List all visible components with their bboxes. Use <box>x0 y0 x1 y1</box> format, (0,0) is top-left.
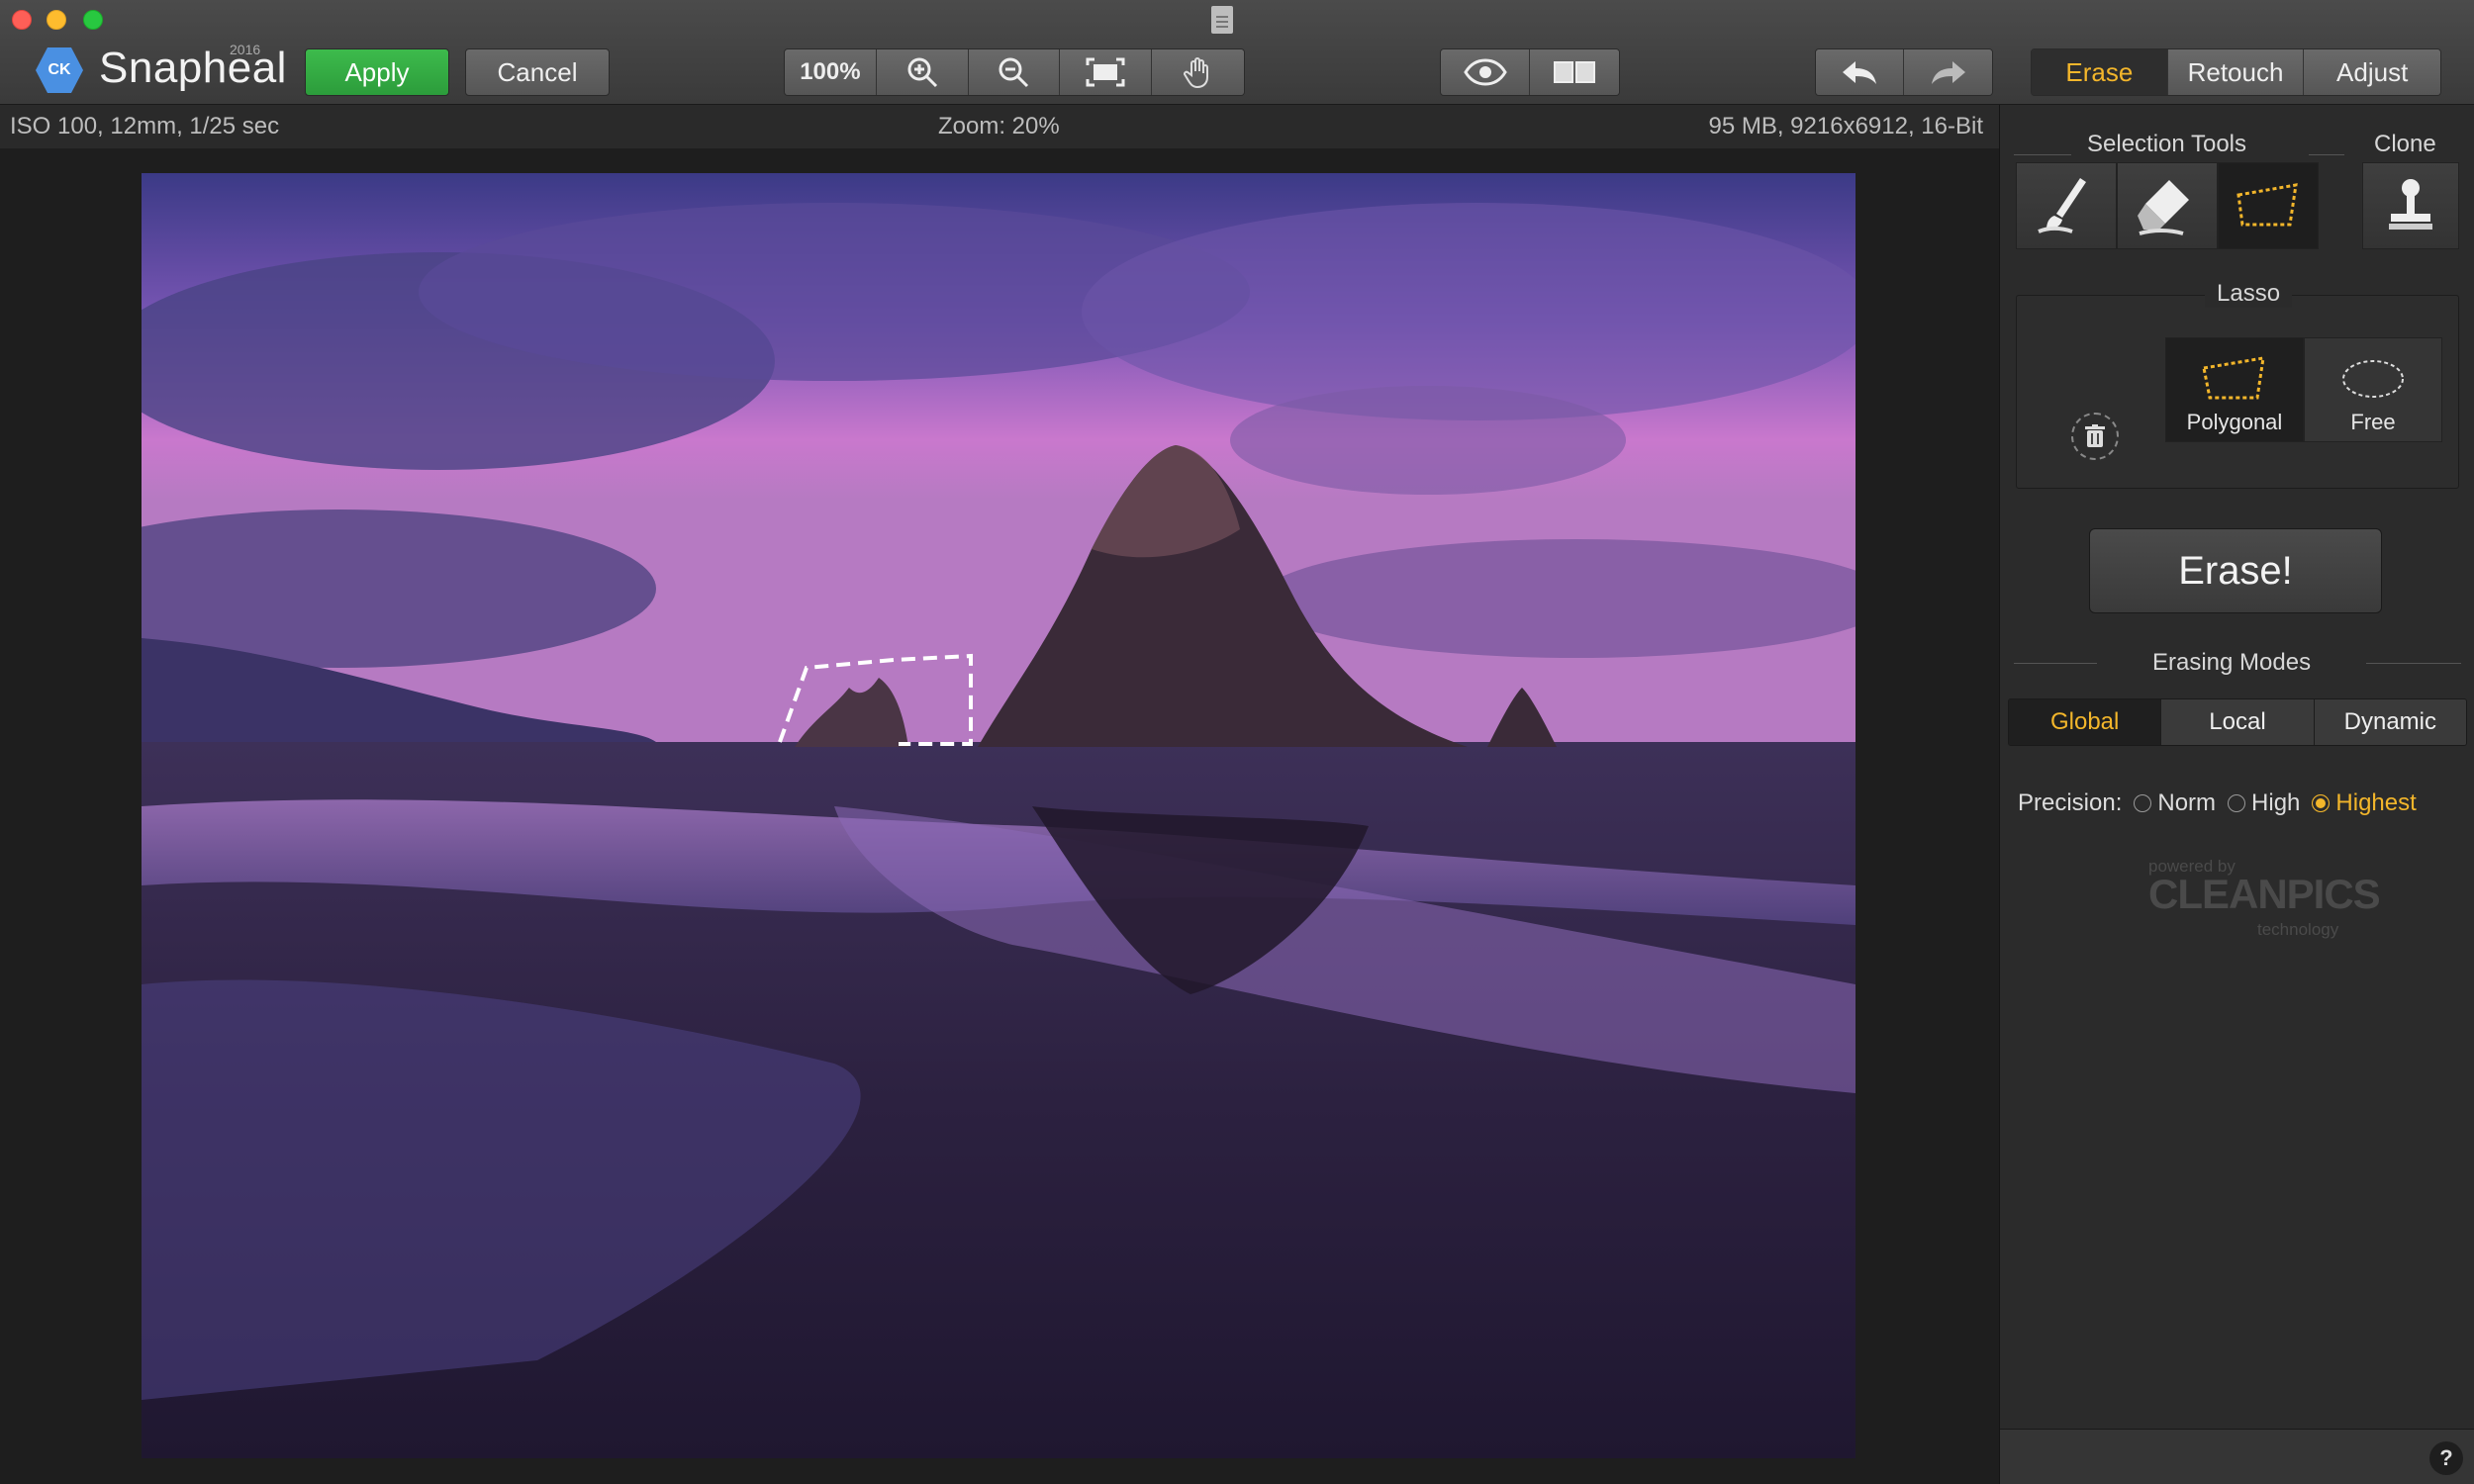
zoom-in-icon <box>907 57 937 88</box>
document-icon <box>1211 6 1233 34</box>
selection-tools-title: Selection Tools <box>2087 131 2246 157</box>
stamp-icon <box>2389 179 2432 230</box>
erasing-modes: Global Local Dynamic <box>2008 698 2467 746</box>
tab-adjust[interactable]: Adjust <box>2304 49 2440 95</box>
radio-dot <box>2312 794 2331 812</box>
info-bar: ISO 100, 12mm, 1/25 sec Zoom: 20% 95 MB,… <box>0 105 1999 148</box>
divider <box>2309 154 2344 155</box>
apply-button[interactable]: Apply <box>305 48 449 96</box>
divider <box>2014 663 2097 664</box>
clone-title: Clone <box>2374 131 2436 157</box>
canvas-area <box>0 148 1999 1484</box>
mode-dynamic[interactable]: Dynamic <box>2314 699 2466 745</box>
zoom-100-button[interactable]: 100% <box>785 49 877 95</box>
tab-erase[interactable]: Erase <box>2032 49 2168 95</box>
landscape-photo <box>142 173 1856 1458</box>
lasso-free-label: Free <box>2350 410 2396 434</box>
photo-canvas[interactable] <box>142 173 1856 1458</box>
cleanpics-text: CLEANPICS <box>2148 871 2381 917</box>
polygon-lasso-icon <box>2236 183 2298 227</box>
help-button[interactable]: ? <box>2429 1441 2463 1475</box>
compare-button[interactable] <box>1530 49 1619 95</box>
mode-local[interactable]: Local <box>2161 699 2315 745</box>
precision-label: Precision: <box>2018 789 2123 816</box>
view-controls <box>1440 48 1620 96</box>
precision-high-radio[interactable]: High <box>2228 789 2300 817</box>
precision-row: Precision: Norm High Highest <box>2018 784 2473 823</box>
trash-icon <box>2085 424 2105 447</box>
file-info: 95 MB, 9216x6912, 16-Bit <box>1708 113 1983 139</box>
divider <box>2014 154 2071 155</box>
app-logo-icon: CK <box>36 47 83 93</box>
exif-info: ISO 100, 12mm, 1/25 sec <box>10 113 280 139</box>
precision-highest-label: Highest <box>2335 789 2417 816</box>
cleanpics-logo: powered by CLEANPICS technology <box>2129 857 2381 946</box>
erasing-modes-title: Erasing Modes <box>2152 649 2312 676</box>
zoom-level: Zoom: 20% <box>938 113 1060 139</box>
precision-highest-radio[interactable]: Highest <box>2312 789 2417 817</box>
technology-text: technology <box>2257 920 2339 939</box>
panel-footer: ? <box>2000 1429 2474 1484</box>
fit-screen-button[interactable] <box>1060 49 1153 95</box>
lasso-free-option[interactable]: Free <box>2304 337 2442 442</box>
preview-button[interactable] <box>1441 49 1530 95</box>
radio-dot <box>2134 794 2152 812</box>
eraser-icon <box>2138 180 2189 235</box>
close-window-button[interactable] <box>12 10 32 30</box>
eraser-tool-button[interactable] <box>2117 162 2218 249</box>
zoom-in-button[interactable] <box>876 49 969 95</box>
cancel-button[interactable]: Cancel <box>465 48 610 96</box>
precision-high-label: High <box>2251 789 2301 816</box>
ellipse-lasso-icon <box>2342 360 2404 398</box>
tab-retouch[interactable]: Retouch <box>2167 49 2305 95</box>
toolbar: CK Snapheal 2016 Apply Cancel 100% Erase… <box>0 0 2474 105</box>
mode-global[interactable]: Global <box>2009 699 2162 745</box>
fit-screen-icon <box>1086 57 1125 87</box>
polygon-lasso-icon <box>2202 356 2265 400</box>
mode-tabs: Erase Retouch Adjust <box>2031 48 2441 96</box>
eye-icon <box>1463 58 1507 86</box>
app-logo: CK <box>36 47 87 95</box>
lasso-tool-button[interactable] <box>2218 162 2319 249</box>
history-controls <box>1815 48 1993 96</box>
hand-tool-button[interactable] <box>1152 49 1244 95</box>
precision-norm-radio[interactable]: Norm <box>2134 789 2216 817</box>
lasso-title: Lasso <box>2205 280 2293 308</box>
precision-norm-label: Norm <box>2157 789 2217 816</box>
zoom-window-button[interactable] <box>83 10 103 30</box>
redo-button[interactable] <box>1904 49 1992 95</box>
lasso-polygonal-option[interactable]: Polygonal <box>2165 337 2304 442</box>
brush-tool-button[interactable] <box>2016 162 2117 249</box>
redo-icon <box>1931 61 1965 84</box>
zoom-controls: 100% <box>784 48 1245 96</box>
lasso-box: Lasso Polygonal Free <box>2016 280 2459 489</box>
divider <box>2366 663 2461 664</box>
undo-button[interactable] <box>1816 49 1904 95</box>
split-view-icon <box>1554 61 1595 83</box>
hand-icon <box>1183 57 1208 89</box>
undo-icon <box>1843 61 1876 84</box>
clone-stamp-button[interactable] <box>2362 162 2459 249</box>
clear-selection-button[interactable] <box>2071 413 2119 460</box>
minimize-window-button[interactable] <box>47 10 66 30</box>
erase-button[interactable]: Erase! <box>2089 528 2382 613</box>
lasso-polygonal-label: Polygonal <box>2186 410 2283 434</box>
radio-dot <box>2228 794 2246 812</box>
zoom-out-button[interactable] <box>968 49 1061 95</box>
app-year: 2016 <box>230 42 261 57</box>
zoom-out-icon <box>999 57 1029 88</box>
side-panel: Selection Tools Clone Lasso Polygonal Fr… <box>1999 105 2474 1484</box>
brush-icon <box>2038 178 2086 233</box>
